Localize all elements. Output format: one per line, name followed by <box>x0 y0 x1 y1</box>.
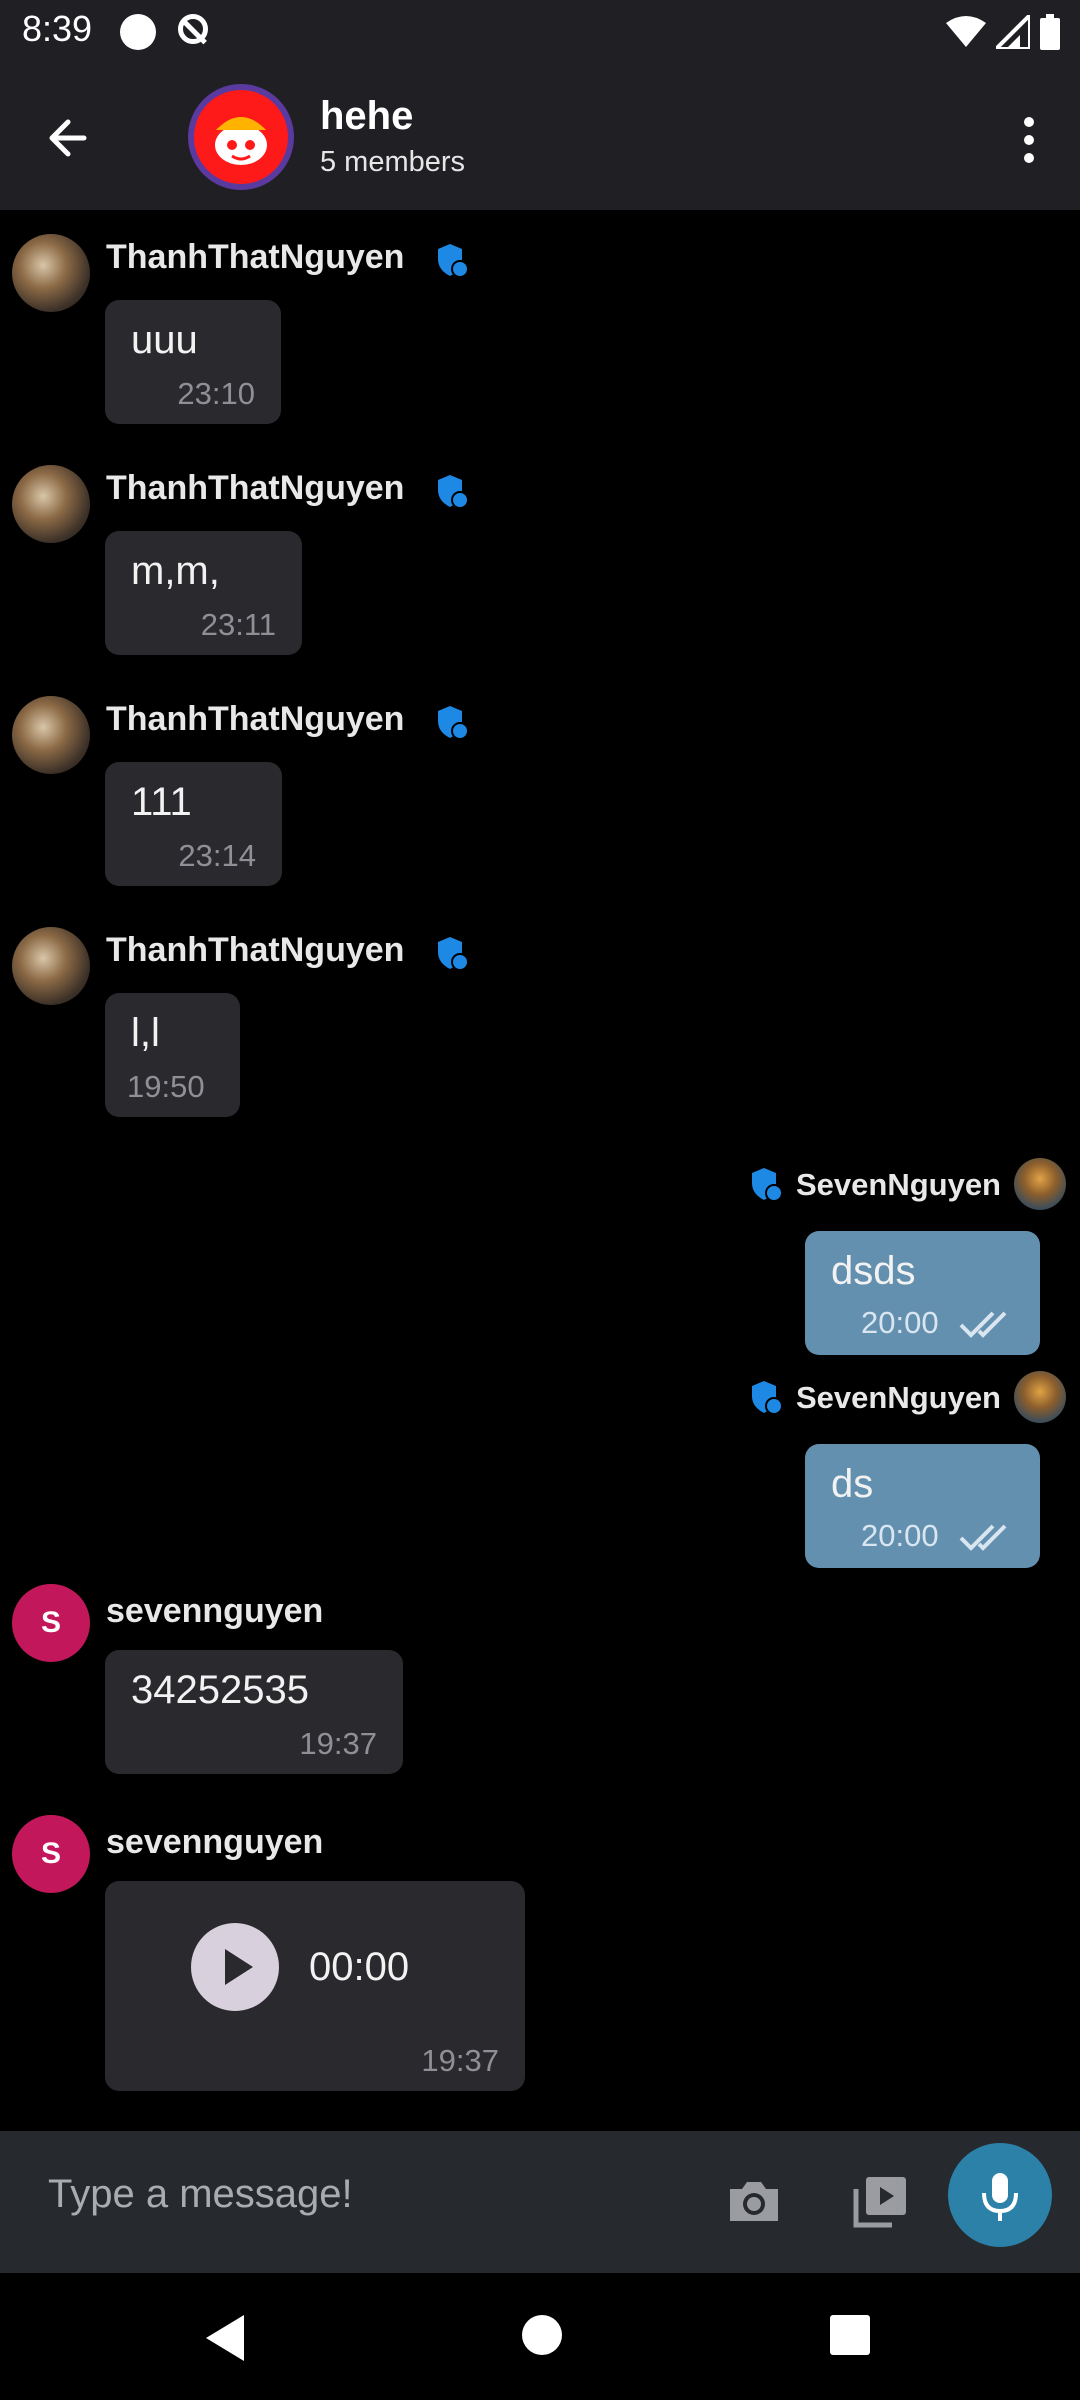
battery-icon <box>1040 14 1060 50</box>
message-text: m,m, <box>131 549 220 593</box>
message-time: 20:00 <box>861 1305 939 1340</box>
message-time: 23:10 <box>177 376 255 411</box>
sender-avatar[interactable] <box>1014 1371 1066 1423</box>
message-text: l,l <box>131 1011 160 1055</box>
message-text: ds <box>831 1462 874 1506</box>
message-bubble[interactable]: uuu 23:10 <box>105 300 281 424</box>
chat-title[interactable]: hehe <box>320 94 413 139</box>
video-library-icon[interactable] <box>850 2171 910 2231</box>
sender-name[interactable]: sevennguyen <box>106 1823 323 1862</box>
verified-badge-icon <box>438 475 468 509</box>
group-avatar[interactable] <box>188 84 294 190</box>
app-bar: hehe 5 members <box>0 64 1080 210</box>
read-receipt-icon <box>959 1524 1007 1551</box>
message-bubble[interactable]: 111 23:14 <box>105 762 282 886</box>
voice-message-bubble[interactable]: 00:00 19:37 <box>105 1881 525 2091</box>
do-not-disturb-icon <box>178 14 208 44</box>
mic-icon <box>982 2173 1018 2221</box>
sender-avatar[interactable] <box>12 234 90 312</box>
sender-avatar[interactable] <box>12 696 90 774</box>
sender-avatar[interactable]: S <box>12 1815 90 1893</box>
system-nav-bar <box>0 2273 1080 2400</box>
verified-badge-icon <box>752 1381 782 1415</box>
nav-back-icon[interactable] <box>204 2313 250 2363</box>
message-bubble[interactable]: m,m, 23:11 <box>105 531 302 655</box>
member-count: 5 members <box>320 146 466 178</box>
verified-badge-icon <box>438 244 468 278</box>
status-bar: 8:39 <box>0 0 1080 64</box>
play-button[interactable] <box>191 1923 279 2011</box>
back-arrow-icon[interactable] <box>40 108 100 168</box>
sender-avatar[interactable] <box>12 927 90 1005</box>
sender-name[interactable]: SevenNguyen <box>796 1380 1001 1416</box>
sender-name[interactable]: ThanhThatNguyen <box>106 700 404 739</box>
status-icons <box>946 12 1060 52</box>
message-text: 34252535 <box>131 1668 309 1712</box>
sender-name[interactable]: ThanhThatNguyen <box>106 931 404 970</box>
message-bubble[interactable]: dsds 20:00 <box>805 1231 1040 1355</box>
wifi-icon <box>946 16 986 47</box>
record-voice-button[interactable] <box>948 2143 1052 2247</box>
verified-badge-icon <box>438 706 468 740</box>
nav-home-icon[interactable] <box>522 2315 562 2355</box>
message-bubble[interactable]: ds 20:00 <box>805 1444 1040 1568</box>
message-text: uuu <box>131 318 198 362</box>
message-time: 19:37 <box>421 2043 499 2078</box>
sender-avatar[interactable] <box>1014 1158 1066 1210</box>
sender-name[interactable]: sevennguyen <box>106 1592 323 1631</box>
message-text: 111 <box>131 780 192 824</box>
sender-avatar[interactable]: S <box>12 1584 90 1662</box>
group-logo-icon <box>215 117 267 165</box>
composer-bar <box>0 2131 1080 2273</box>
sender-avatar[interactable] <box>12 465 90 543</box>
message-bubble[interactable]: l,l 19:50 <box>105 993 240 1117</box>
sender-name[interactable]: ThanhThatNguyen <box>106 238 404 277</box>
sender-name[interactable]: ThanhThatNguyen <box>106 469 404 508</box>
verified-badge-icon <box>752 1168 782 1202</box>
verified-badge-icon <box>438 937 468 971</box>
message-bubble[interactable]: 34252535 19:37 <box>105 1650 403 1774</box>
play-icon <box>225 1949 253 1985</box>
nav-recents-icon[interactable] <box>830 2315 870 2355</box>
message-time: 19:37 <box>299 1726 377 1761</box>
message-text: dsds <box>831 1249 916 1293</box>
message-input[interactable] <box>46 2171 670 2218</box>
message-time: 19:50 <box>127 1069 205 1104</box>
more-menu-icon[interactable] <box>1014 112 1044 172</box>
status-time: 8:39 <box>22 8 93 49</box>
signal-icon <box>996 15 1030 49</box>
message-time: 20:00 <box>861 1518 939 1553</box>
message-time: 23:11 <box>200 607 276 642</box>
read-receipt-icon <box>959 1311 1007 1338</box>
voice-duration: 00:00 <box>309 1945 410 1989</box>
camera-icon[interactable] <box>724 2171 784 2231</box>
notification-dot-icon <box>120 14 156 50</box>
sender-name[interactable]: SevenNguyen <box>796 1167 1001 1203</box>
message-time: 23:14 <box>178 838 256 873</box>
